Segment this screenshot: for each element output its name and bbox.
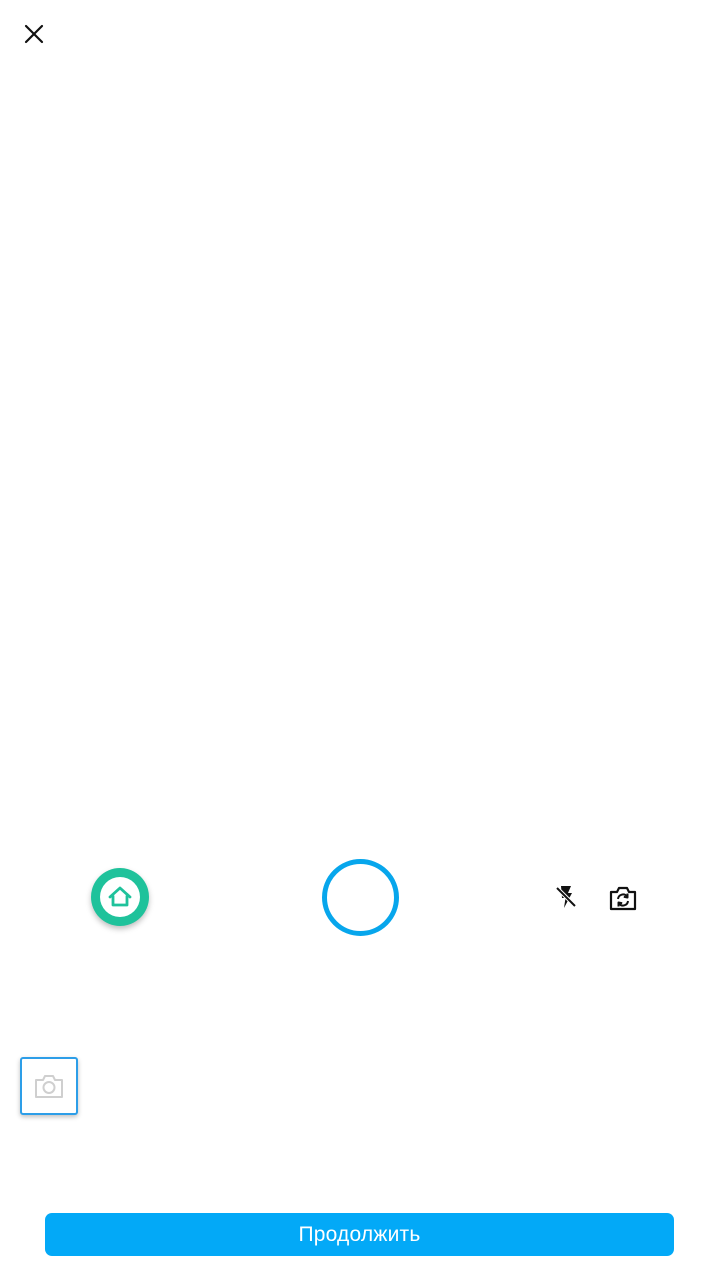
- continue-button[interactable]: Продолжить: [45, 1213, 674, 1256]
- home-button-inner: [100, 877, 140, 917]
- switch-camera-icon: [609, 886, 637, 911]
- camera-icon: [35, 1075, 63, 1098]
- photo-thumbnail[interactable]: [20, 1057, 78, 1115]
- camera-controls: [0, 858, 720, 938]
- close-icon: [24, 24, 44, 44]
- home-button[interactable]: [91, 868, 149, 926]
- flash-off-icon: [555, 886, 577, 908]
- camera-preview[interactable]: [0, 70, 720, 840]
- shutter-button[interactable]: [322, 859, 399, 936]
- flash-toggle-button[interactable]: [550, 880, 582, 914]
- close-button[interactable]: [14, 14, 54, 54]
- camera-screen: Продолжить: [0, 0, 720, 1280]
- home-icon: [108, 886, 132, 907]
- switch-camera-button[interactable]: [606, 882, 640, 914]
